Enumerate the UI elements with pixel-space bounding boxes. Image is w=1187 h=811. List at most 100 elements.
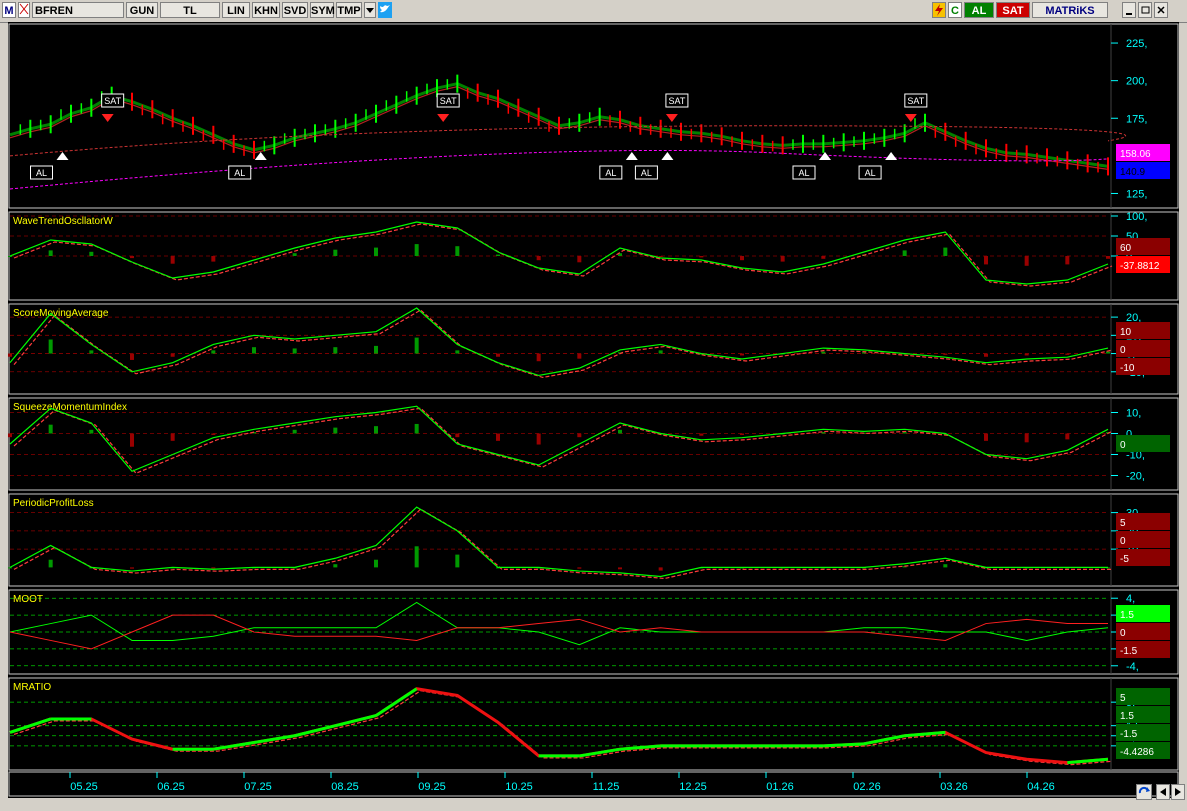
main-line bbox=[9, 221, 1109, 285]
histogram-bar bbox=[943, 564, 948, 568]
time-axis: 05.25 06.25 07.25 08.25 09.25 10.25 11.25 12.25… bbox=[8, 771, 1179, 797]
histogram-bar bbox=[577, 433, 582, 438]
histogram-bar bbox=[943, 247, 948, 256]
tmp-button[interactable]: TMP bbox=[336, 2, 362, 18]
sat-button[interactable]: SAT bbox=[996, 2, 1030, 18]
y-tick-label: 100, bbox=[1126, 211, 1147, 223]
histogram-bar bbox=[414, 423, 419, 434]
ma-longer bbox=[9, 149, 1109, 190]
last-value-label: -10 bbox=[1120, 363, 1135, 374]
scroll-right-icon[interactable] bbox=[1171, 784, 1185, 800]
last-value-label: 0 bbox=[1120, 628, 1126, 639]
scroll-left-icon[interactable] bbox=[1156, 784, 1170, 800]
symbol-label[interactable]: BFREN bbox=[32, 2, 124, 18]
y-tick-label: 125, bbox=[1126, 188, 1147, 200]
main-line bbox=[9, 506, 1108, 578]
histogram-bar bbox=[984, 433, 988, 441]
lightning-icon[interactable] bbox=[932, 2, 946, 18]
down-arrow-icon bbox=[101, 114, 114, 122]
panel-price: 225, 200, 175, 125, AL SAT AL SAT AL SAT AL AL AL SAT… bbox=[8, 23, 1179, 209]
histogram-bar bbox=[8, 433, 12, 438]
time-axis-label: 12.25 bbox=[679, 781, 707, 793]
tl-button[interactable]: TL bbox=[160, 2, 220, 18]
histogram-bar bbox=[455, 246, 460, 256]
histogram-bar bbox=[536, 256, 541, 261]
chevron-down-icon[interactable] bbox=[364, 2, 376, 18]
c-button[interactable]: C bbox=[948, 2, 962, 18]
up-arrow-icon bbox=[254, 152, 267, 160]
down-arrow-icon bbox=[437, 114, 450, 122]
al-button[interactable]: AL bbox=[964, 2, 994, 18]
histogram-bar bbox=[740, 256, 744, 261]
panel-title: PeriodicProfitLoss bbox=[13, 498, 94, 509]
histogram-bar bbox=[170, 353, 175, 357]
histogram-bar bbox=[8, 353, 12, 357]
twitter-icon[interactable] bbox=[378, 2, 392, 18]
main-line bbox=[9, 307, 1109, 377]
svd-button[interactable]: SVD bbox=[282, 2, 308, 18]
restore-icon[interactable] bbox=[1138, 2, 1152, 18]
histogram-bar bbox=[984, 353, 988, 357]
histogram-bar bbox=[821, 351, 826, 354]
time-axis-label: 07.25 bbox=[244, 781, 272, 793]
y-tick-label: 10, bbox=[1126, 408, 1141, 420]
last-value-label: 5 bbox=[1120, 693, 1126, 704]
histogram-bar bbox=[455, 350, 460, 354]
panel-title: ScoreMovingAverage bbox=[13, 308, 109, 319]
last-value-label: 1.5 bbox=[1120, 711, 1134, 722]
series-line bbox=[9, 601, 1109, 646]
buy-signal-label: AL bbox=[865, 168, 876, 178]
lin-button[interactable]: LIN bbox=[222, 2, 250, 18]
histogram-bar bbox=[333, 564, 338, 568]
khn-button[interactable]: KHN bbox=[252, 2, 280, 18]
period-gun-button[interactable]: GUN bbox=[126, 2, 158, 18]
panel-squeezemomentumindex: 10,0,-10,-20,SqueezeMomentumIndex0 bbox=[8, 397, 1179, 491]
histogram-bar bbox=[292, 348, 297, 354]
last-value-label: 140.9 bbox=[1120, 167, 1145, 178]
histogram-bar bbox=[374, 426, 378, 434]
histogram-bar bbox=[943, 353, 948, 355]
minimize-icon[interactable] bbox=[1122, 2, 1136, 18]
close-icon[interactable] bbox=[1154, 2, 1168, 18]
panel-title: MOOT bbox=[13, 594, 43, 605]
histogram-bar bbox=[252, 256, 256, 258]
time-axis-label: 04.26 bbox=[1027, 781, 1055, 793]
y-tick-label: 4, bbox=[1126, 593, 1135, 605]
up-arrow-icon bbox=[56, 152, 69, 160]
sell-signal-label: SAT bbox=[440, 96, 457, 106]
histogram-bar bbox=[333, 249, 338, 256]
histogram-bar bbox=[333, 427, 338, 434]
chart-svg[interactable]: 225, 200, 175, 125, AL SAT AL SAT AL SAT AL AL AL SAT… bbox=[8, 22, 1179, 798]
panel-wavetrendoscllatorw: 100,50,0,WaveTrendOscllatorW60-37.8812 bbox=[8, 211, 1179, 301]
histogram-bar bbox=[536, 353, 541, 362]
histogram-bar bbox=[862, 352, 866, 354]
last-value-label: 0 bbox=[1120, 536, 1126, 547]
app-logo[interactable]: M bbox=[2, 2, 16, 18]
sell-signal-label: SAT bbox=[907, 96, 924, 106]
last-value-label: -1.5 bbox=[1120, 729, 1138, 740]
histogram-bar bbox=[8, 256, 12, 257]
time-axis-label: 06.25 bbox=[157, 781, 185, 793]
sync-icon[interactable] bbox=[1136, 784, 1152, 800]
chart-area[interactable]: 225, 200, 175, 125, AL SAT AL SAT AL SAT AL AL AL SAT… bbox=[8, 22, 1179, 798]
panel-mratio: 5,1.5,0,-1.5,MRATIO51.5-1.5-4.4286 bbox=[8, 677, 1179, 771]
last-value-label: 158.06 bbox=[1120, 149, 1151, 160]
histogram-bar bbox=[333, 347, 338, 354]
histogram-bar bbox=[89, 429, 94, 434]
y-tick-label: 200, bbox=[1126, 76, 1147, 88]
time-axis-label: 03.26 bbox=[940, 781, 968, 793]
histogram-bar bbox=[414, 337, 419, 354]
histogram-bar bbox=[211, 256, 216, 262]
histogram-bar bbox=[658, 350, 663, 354]
last-value-label: 0 bbox=[1120, 440, 1126, 451]
rising-segment bbox=[823, 742, 865, 748]
histogram-bar bbox=[618, 567, 622, 570]
sym-button[interactable]: SYM bbox=[310, 2, 335, 18]
histogram-bar bbox=[821, 256, 826, 259]
histogram-bar bbox=[130, 353, 134, 360]
panel-border bbox=[8, 397, 1179, 491]
histogram-bar bbox=[780, 256, 785, 262]
histogram-bar bbox=[496, 254, 500, 256]
time-axis-label: 11.25 bbox=[593, 781, 620, 793]
histogram-bar bbox=[292, 253, 297, 256]
